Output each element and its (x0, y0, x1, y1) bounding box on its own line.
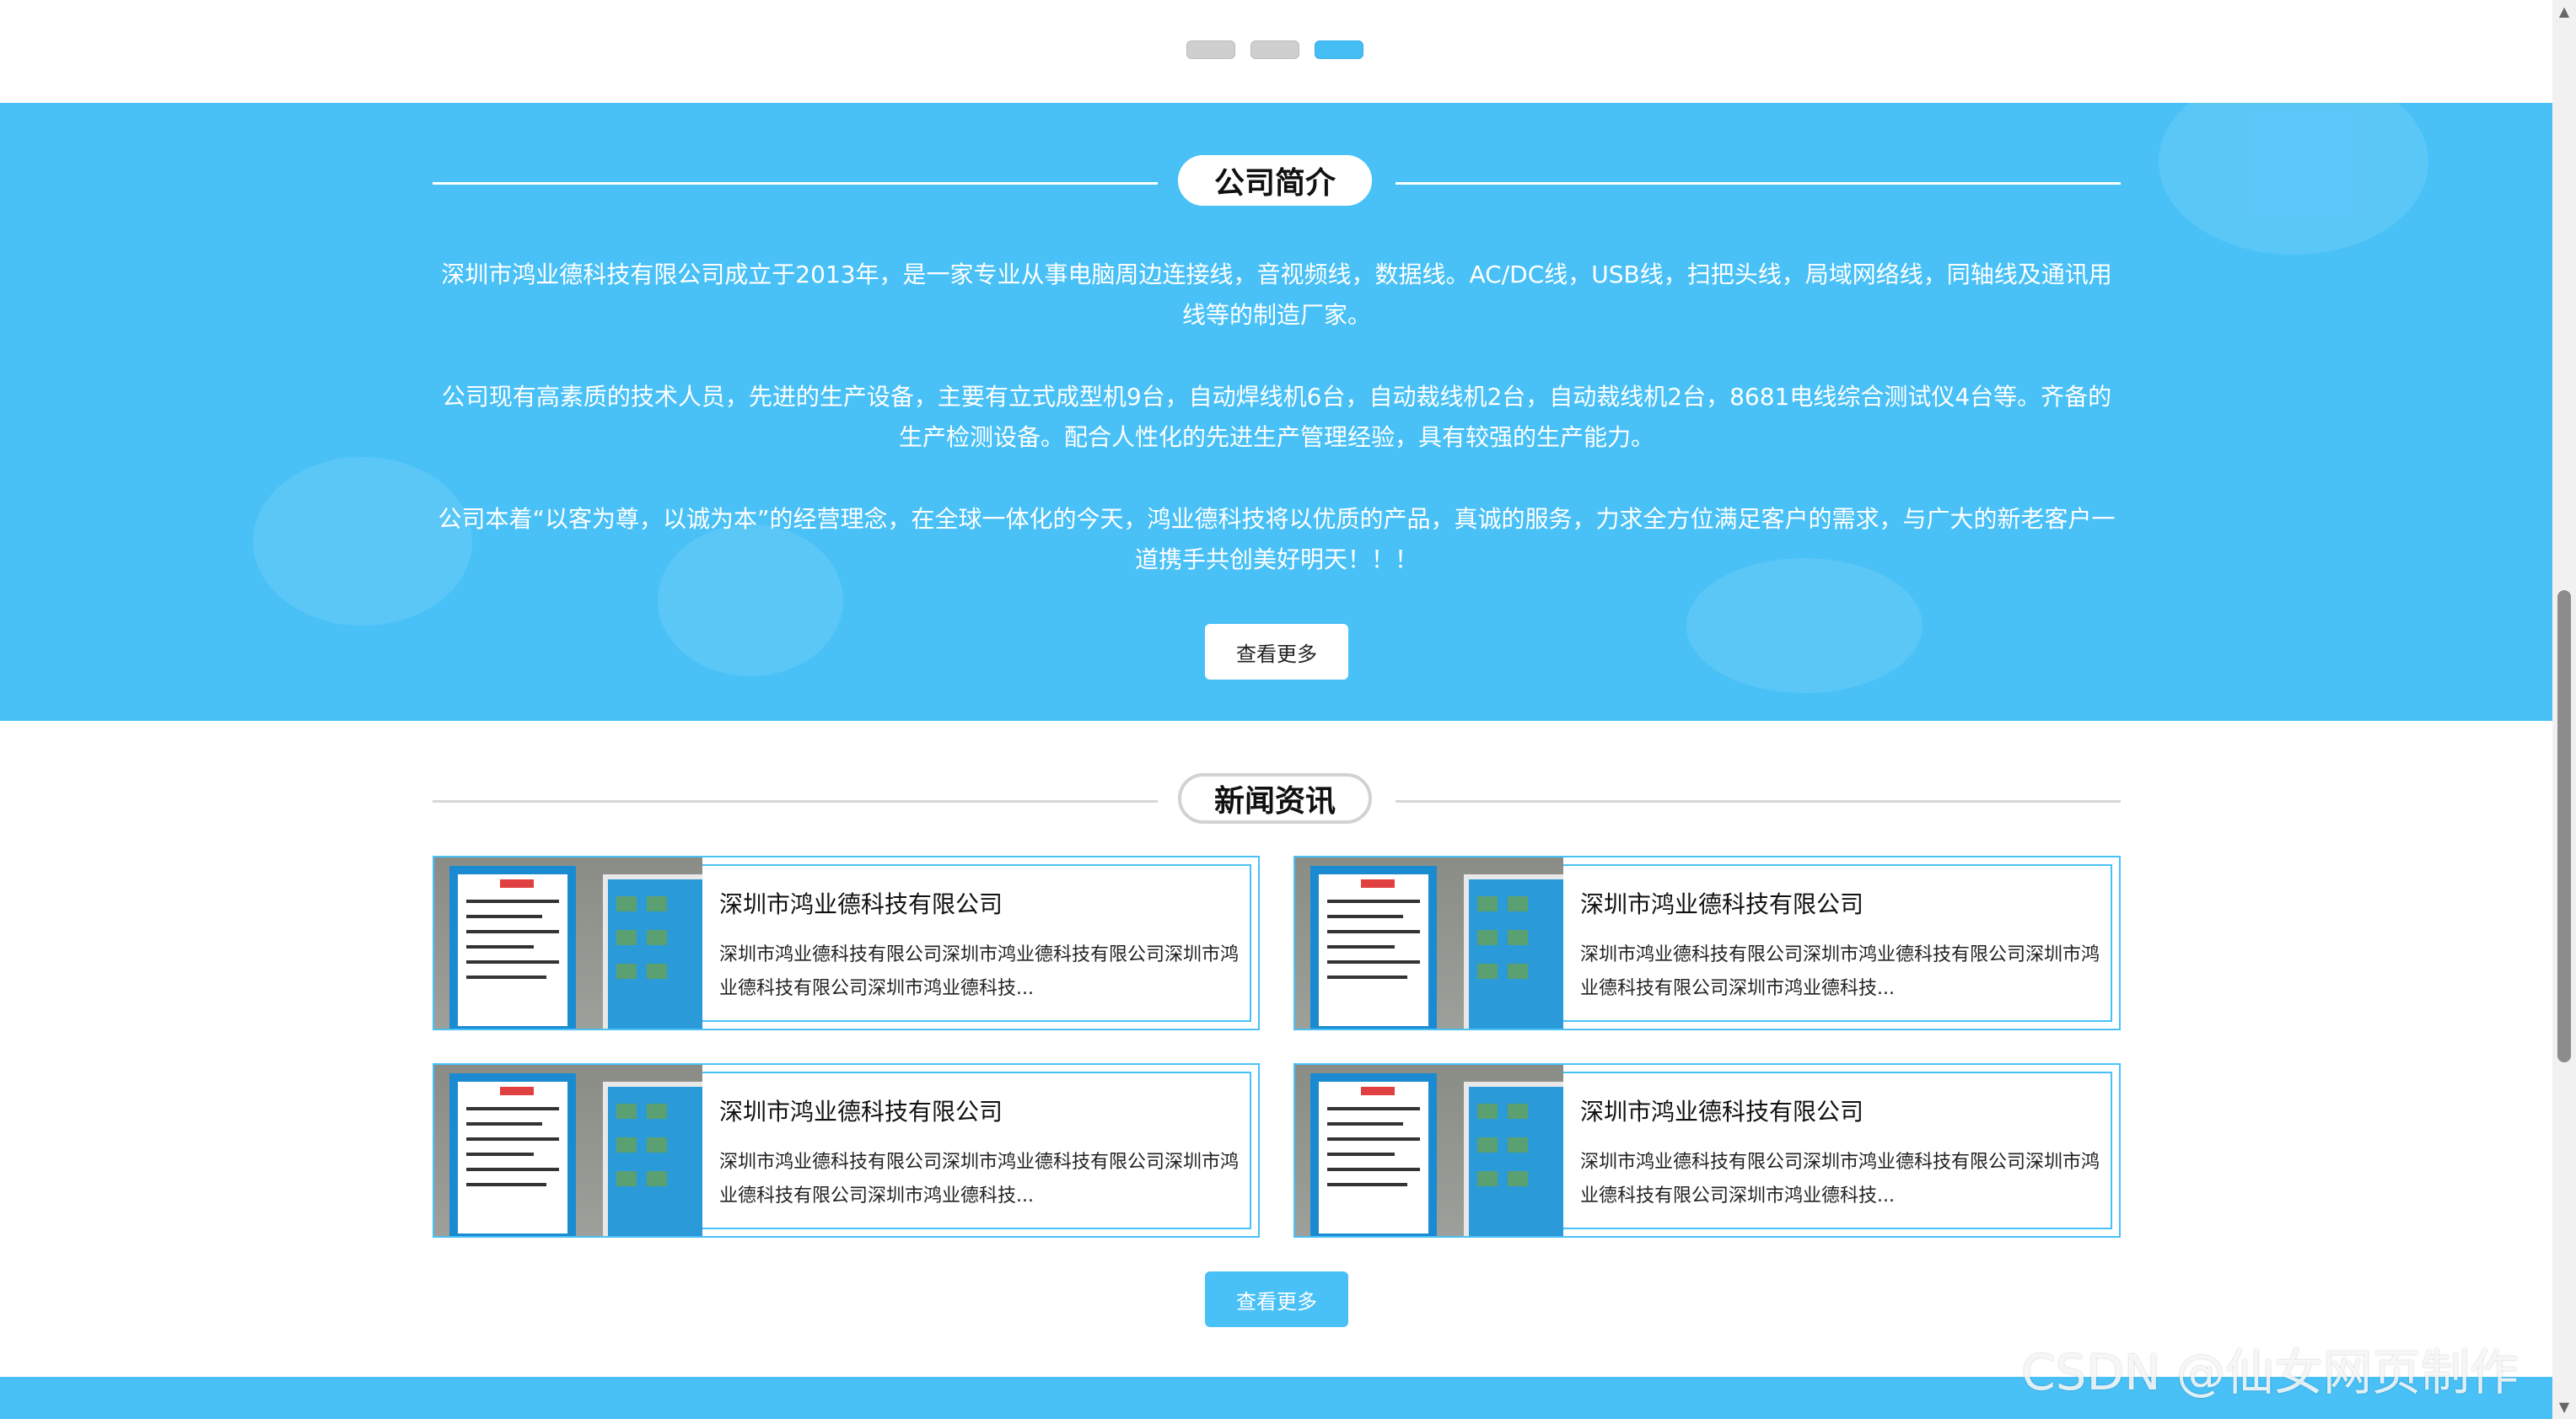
about-paragraph-2: 公司现有高素质的技术人员，先进的生产设备，主要有立式成型机9台，自动焊线机6台，… (441, 383, 2112, 451)
about-paragraph-1: 深圳市鸿业德科技有限公司成立于2013年，是一家专业从事电脑周边连接线，音视频线… (441, 261, 2112, 329)
heading-divider-right (1396, 800, 2121, 803)
news-description: 深圳市鸿业德科技有限公司深圳市鸿业德科技有限公司深圳市鸿业德科技有限公司深圳市鸿… (1580, 1152, 2100, 1207)
about-paragraph-3: 公司本着“以客为尊，以诚为本”的经营理念，在全球一体化的今天，鸿业德科技将以优质… (438, 505, 2116, 573)
news-thumbnail (434, 857, 702, 1029)
news-title[interactable]: 深圳市鸿业德科技有限公司 (1580, 1094, 1863, 1127)
news-card-body: 深圳市鸿业德科技有限公司 深圳市鸿业德科技有限公司深圳市鸿业德科技有限公司深圳市… (1563, 1072, 2112, 1229)
heading-divider-left (433, 800, 1158, 803)
page: 公司简介 深圳市鸿业德科技有限公司成立于2013年，是一家专业从事电脑周边连接线… (0, 0, 2552, 1419)
news-card-body: 深圳市鸿业德科技有限公司 深圳市鸿业德科技有限公司深圳市鸿业德科技有限公司深圳市… (1563, 864, 2112, 1022)
news-card[interactable]: 深圳市鸿业德科技有限公司 深圳市鸿业德科技有限公司深圳市鸿业德科技有限公司深圳市… (1293, 1063, 2121, 1238)
news-card-body: 深圳市鸿业德科技有限公司 深圳市鸿业德科技有限公司深圳市鸿业德科技有限公司深圳市… (702, 864, 1251, 1022)
news-title[interactable]: 深圳市鸿业德科技有限公司 (719, 886, 1003, 920)
watermark: CSDN @仙女网页制作 (2021, 1344, 2519, 1401)
about-heading-row: 公司简介 (433, 153, 2121, 212)
splash-decoration (2159, 103, 2428, 255)
about-text: 深圳市鸿业德科技有限公司成立于2013年，是一家专业从事电脑周边连接线，音视频线… (433, 255, 2121, 621)
about-heading: 公司简介 (1178, 155, 1372, 206)
news-heading: 新闻资讯 (1178, 773, 1372, 824)
news-card[interactable]: 深圳市鸿业德科技有限公司 深圳市鸿业德科技有限公司深圳市鸿业德科技有限公司深圳市… (433, 1063, 1260, 1238)
about-more-button[interactable]: 查看更多 (1205, 624, 1348, 680)
news-card[interactable]: 深圳市鸿业德科技有限公司 深圳市鸿业德科技有限公司深圳市鸿业德科技有限公司深圳市… (1293, 856, 2121, 1030)
vertical-scrollbar[interactable]: ▲ ▼ (2552, 0, 2576, 1419)
heading-divider-left (433, 182, 1158, 185)
news-more-button[interactable]: 查看更多 (1205, 1271, 1348, 1327)
carousel-dot-3[interactable] (1315, 40, 1363, 59)
news-description: 深圳市鸿业德科技有限公司深圳市鸿业德科技有限公司深圳市鸿业德科技有限公司深圳市鸿… (1580, 944, 2100, 999)
news-title[interactable]: 深圳市鸿业德科技有限公司 (1580, 886, 1863, 920)
news-card-body: 深圳市鸿业德科技有限公司 深圳市鸿业德科技有限公司深圳市鸿业德科技有限公司深圳市… (702, 1072, 1251, 1229)
news-thumbnail (434, 1065, 702, 1236)
news-card[interactable]: 深圳市鸿业德科技有限公司 深圳市鸿业德科技有限公司深圳市鸿业德科技有限公司深圳市… (433, 856, 1260, 1030)
carousel-dot-1[interactable] (1186, 40, 1235, 59)
carousel-dot-2[interactable] (1250, 40, 1299, 59)
scroll-down-arrow-icon[interactable]: ▼ (2552, 1395, 2576, 1419)
scroll-thumb[interactable] (2557, 590, 2571, 1062)
news-description: 深圳市鸿业德科技有限公司深圳市鸿业德科技有限公司深圳市鸿业德科技有限公司深圳市鸿… (719, 1152, 1240, 1207)
news-thumbnail (1295, 857, 1563, 1029)
scroll-up-arrow-icon[interactable]: ▲ (2552, 0, 2576, 24)
news-heading-row: 新闻资讯 (433, 771, 2121, 830)
news-description: 深圳市鸿业德科技有限公司深圳市鸿业德科技有限公司深圳市鸿业德科技有限公司深圳市鸿… (719, 944, 1240, 999)
news-thumbnail (1295, 1065, 1563, 1236)
heading-divider-right (1396, 182, 2121, 185)
news-title[interactable]: 深圳市鸿业德科技有限公司 (719, 1094, 1003, 1127)
carousel-indicators (1186, 40, 1363, 59)
